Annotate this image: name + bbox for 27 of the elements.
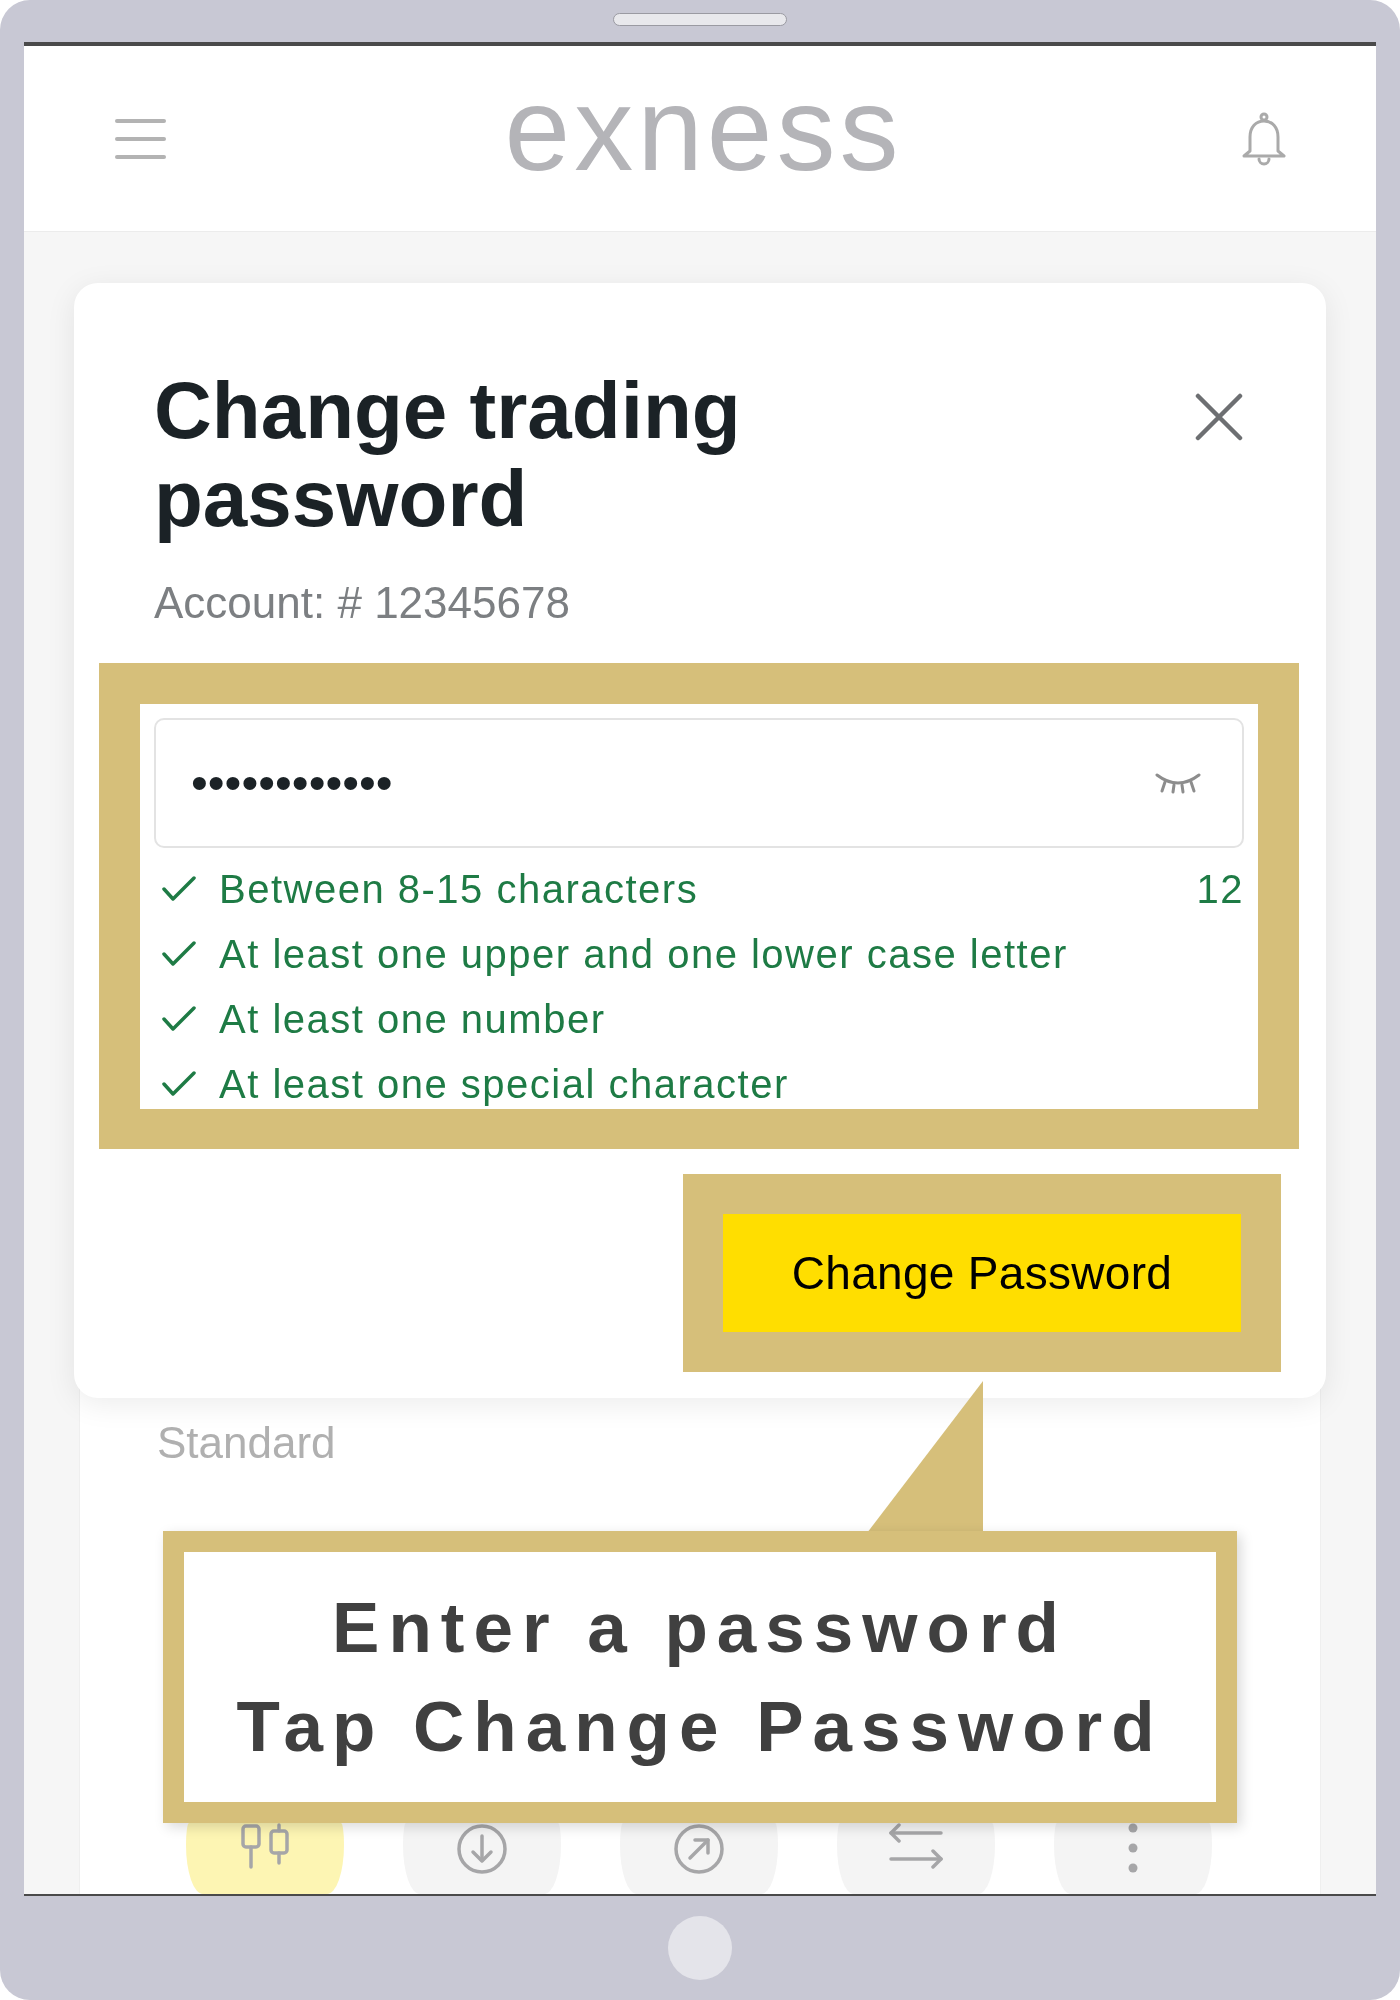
requirement-text: At least one upper and one lower case letter bbox=[219, 931, 1068, 978]
nav-button[interactable] bbox=[1054, 1823, 1212, 1894]
arrow-down-circle-icon bbox=[456, 1823, 508, 1875]
account-type: Standard bbox=[157, 1417, 336, 1469]
nav-button[interactable] bbox=[620, 1823, 778, 1894]
nav-button[interactable] bbox=[837, 1823, 995, 1894]
nav-button[interactable] bbox=[186, 1823, 344, 1894]
character-count: 12 bbox=[1196, 866, 1244, 913]
requirement-text: At least one number bbox=[219, 996, 606, 1043]
requirement-text: Between 8-15 characters bbox=[219, 866, 699, 913]
requirement-text: At least one special character bbox=[219, 1061, 789, 1108]
close-icon[interactable] bbox=[1195, 393, 1243, 441]
instruction-text: Enter a password bbox=[332, 1587, 1068, 1669]
brand-logo: exness bbox=[504, 69, 903, 188]
menu-icon[interactable] bbox=[115, 118, 166, 159]
arrow-up-right-circle-icon bbox=[673, 1823, 725, 1875]
more-dots-icon bbox=[1128, 1823, 1138, 1873]
account-number: Account: # 12345678 bbox=[154, 577, 570, 629]
instruction-text: Tap Change Password bbox=[236, 1686, 1164, 1768]
change-password-button[interactable]: Change Password bbox=[723, 1214, 1241, 1332]
candlestick-icon bbox=[239, 1823, 291, 1869]
closed-eye-icon[interactable] bbox=[1155, 772, 1201, 794]
swap-arrows-icon bbox=[887, 1823, 945, 1869]
password-field[interactable]: •••••••••••• bbox=[154, 718, 1244, 848]
bell-icon[interactable] bbox=[1241, 111, 1287, 166]
dialog-title: Change trading password bbox=[154, 367, 742, 543]
nav-button[interactable] bbox=[403, 1823, 561, 1894]
